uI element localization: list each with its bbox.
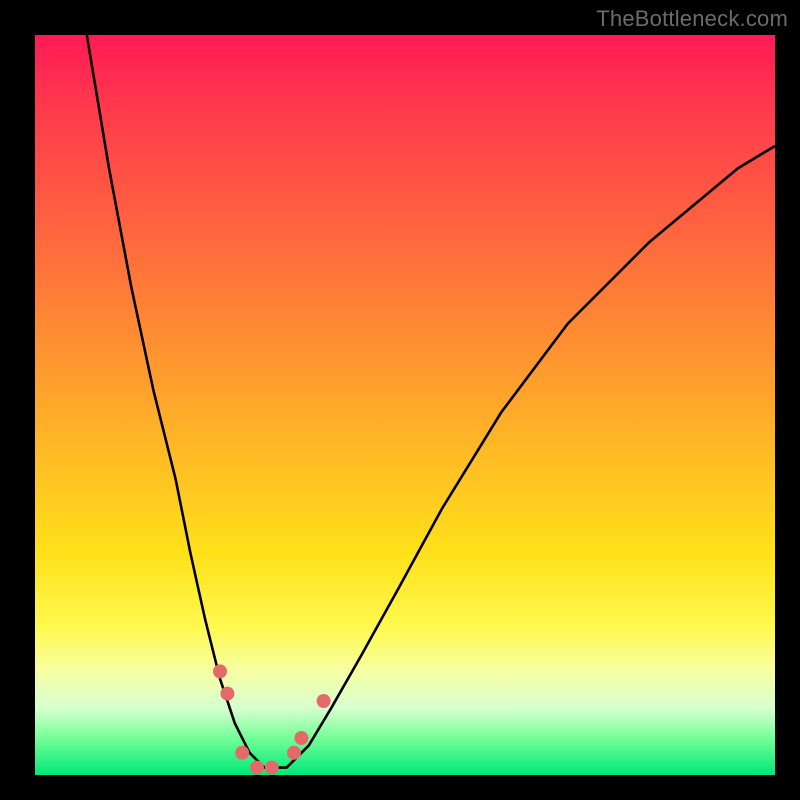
curve-layer <box>35 35 775 775</box>
marker-layer <box>213 664 331 774</box>
dot-mid-b <box>250 761 264 775</box>
dot-mid-c <box>265 761 279 775</box>
dot-right-b <box>294 731 308 745</box>
chart-frame: TheBottleneck.com <box>0 0 800 800</box>
bottleneck-curve <box>87 35 775 768</box>
dot-left-b <box>220 687 234 701</box>
dot-right-c <box>317 694 331 708</box>
dot-left-a <box>213 664 227 678</box>
dot-mid-a <box>235 746 249 760</box>
watermark-label: TheBottleneck.com <box>596 6 788 32</box>
plot-area <box>35 35 775 775</box>
dot-right-a <box>287 746 301 760</box>
